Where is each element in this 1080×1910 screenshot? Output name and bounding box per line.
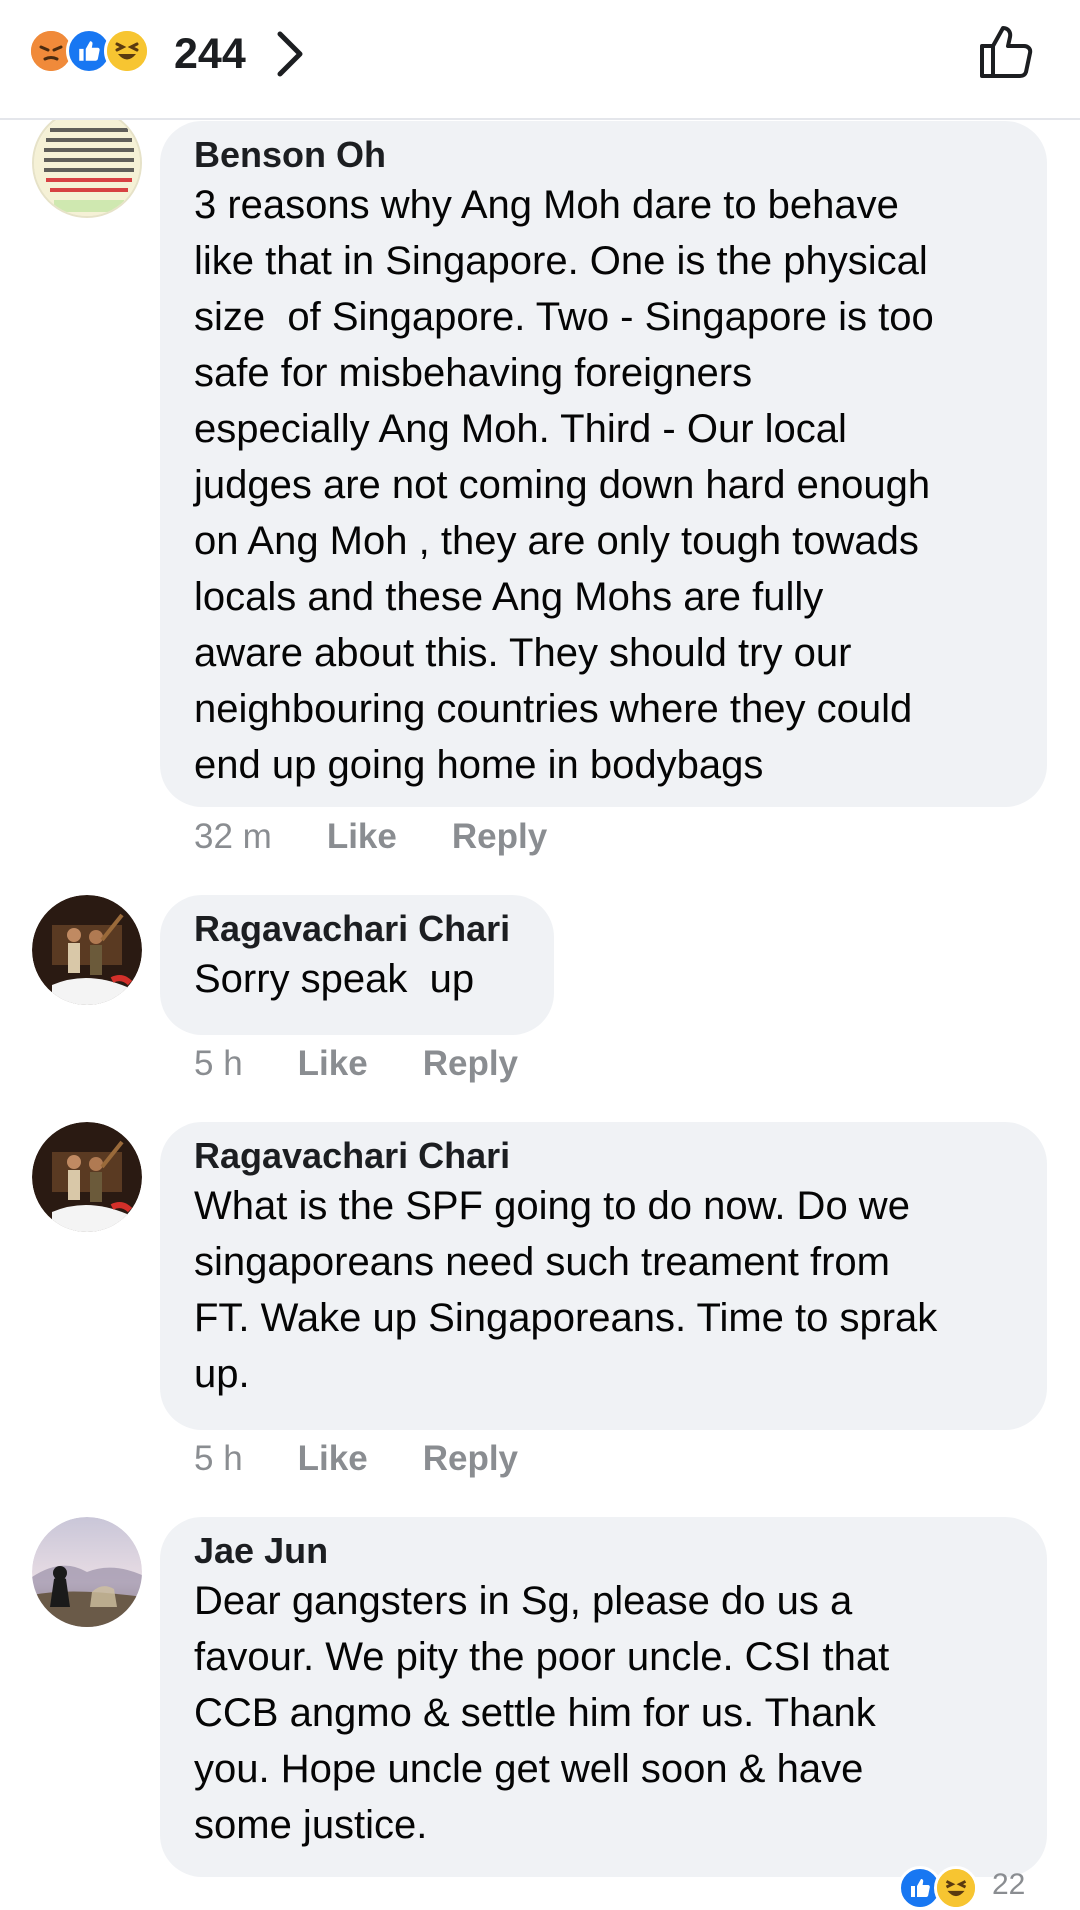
reply-link[interactable]: Reply: [423, 1042, 518, 1086]
comment-meta: 32 m Like Reply: [194, 815, 547, 859]
reaction-icons[interactable]: [28, 28, 150, 74]
comment-text: What is the SPF going to do now. Do we s…: [194, 1184, 938, 1396]
comment-time[interactable]: 32 m: [194, 815, 272, 859]
haha-icon: [104, 28, 150, 74]
avatar[interactable]: [32, 108, 142, 218]
reactions-header: 244: [0, 0, 1080, 120]
avatar[interactable]: [32, 895, 142, 1005]
comment-reactions[interactable]: [898, 1866, 978, 1910]
comment-text: Sorry speak up: [194, 957, 475, 1001]
comment-meta: 5 h Like Reply: [194, 1042, 518, 1086]
comment-bubble[interactable]: Ragavachari Chari What is the SPF going …: [160, 1122, 1047, 1430]
comment-time[interactable]: 5 h: [194, 1437, 243, 1481]
reaction-count[interactable]: 244: [174, 30, 246, 78]
comment-meta: 5 h Like Reply: [194, 1437, 518, 1481]
comment-author[interactable]: Jae Jun: [194, 1529, 1013, 1573]
chevron-right-icon[interactable]: [274, 30, 306, 83]
like-link[interactable]: Like: [298, 1437, 368, 1481]
avatar[interactable]: [32, 1122, 142, 1232]
comment-bubble[interactable]: Jae Jun Dear gangsters in Sg, please do …: [160, 1517, 1047, 1877]
comment-author[interactable]: Ragavachari Chari: [194, 907, 520, 951]
comment-bubble[interactable]: Ragavachari Chari Sorry speak up: [160, 895, 554, 1035]
like-link[interactable]: Like: [298, 1042, 368, 1086]
avatar[interactable]: [32, 1517, 142, 1627]
haha-icon: [934, 1866, 978, 1910]
comment-author[interactable]: Ragavachari Chari: [194, 1134, 1013, 1178]
like-link[interactable]: Like: [327, 815, 397, 859]
comment-bubble[interactable]: Benson Oh 3 reasons why Ang Moh dare to …: [160, 121, 1047, 807]
comment-author[interactable]: Benson Oh: [194, 133, 1013, 177]
like-outline-icon[interactable]: [978, 22, 1036, 85]
reply-link[interactable]: Reply: [452, 815, 547, 859]
comment-time[interactable]: 5 h: [194, 1042, 243, 1086]
comment-text: 3 reasons why Ang Moh dare to behave lik…: [194, 183, 934, 787]
comment-text: Dear gangsters in Sg, please do us a fav…: [194, 1579, 890, 1847]
comment-reaction-count[interactable]: 22: [992, 1868, 1025, 1902]
reply-link[interactable]: Reply: [423, 1437, 518, 1481]
